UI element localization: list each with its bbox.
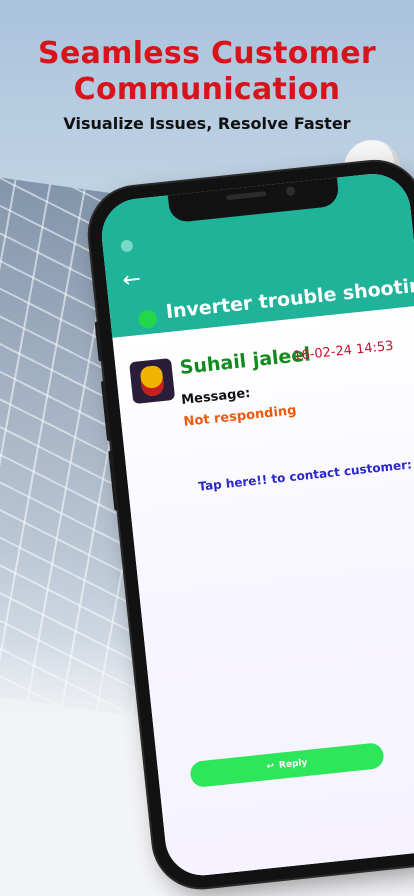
back-arrow-icon[interactable]: ← [121, 267, 142, 294]
promo-headline: Seamless Customer Communication [0, 36, 414, 108]
speaker-grille [226, 191, 267, 201]
reply-label: Reply [278, 757, 308, 771]
reply-button[interactable]: ↩ Reply [189, 741, 385, 789]
status-indicator-icon [120, 239, 134, 253]
headline-line-2: Communication [73, 72, 341, 107]
reply-icon: ↩ [266, 761, 275, 773]
camera-icon [285, 186, 296, 196]
phone-screen: ← Inverter trouble shooting Suhail jalee… [98, 170, 414, 879]
message-label: Message: [180, 385, 252, 409]
promo-subtitle: Visualize Issues, Resolve Faster [63, 114, 351, 133]
message-text: Not responding [182, 403, 298, 430]
online-status-icon [137, 309, 158, 330]
headline-line-1: Seamless Customer [38, 36, 376, 71]
iron-man-mask-icon [139, 364, 165, 398]
message-panel: Suhail jaleel 16-02-24 14:53 Message: No… [112, 305, 414, 879]
avatar[interactable] [129, 357, 176, 405]
contact-customer-link[interactable]: Tap here!! to contact customer: [198, 457, 413, 493]
